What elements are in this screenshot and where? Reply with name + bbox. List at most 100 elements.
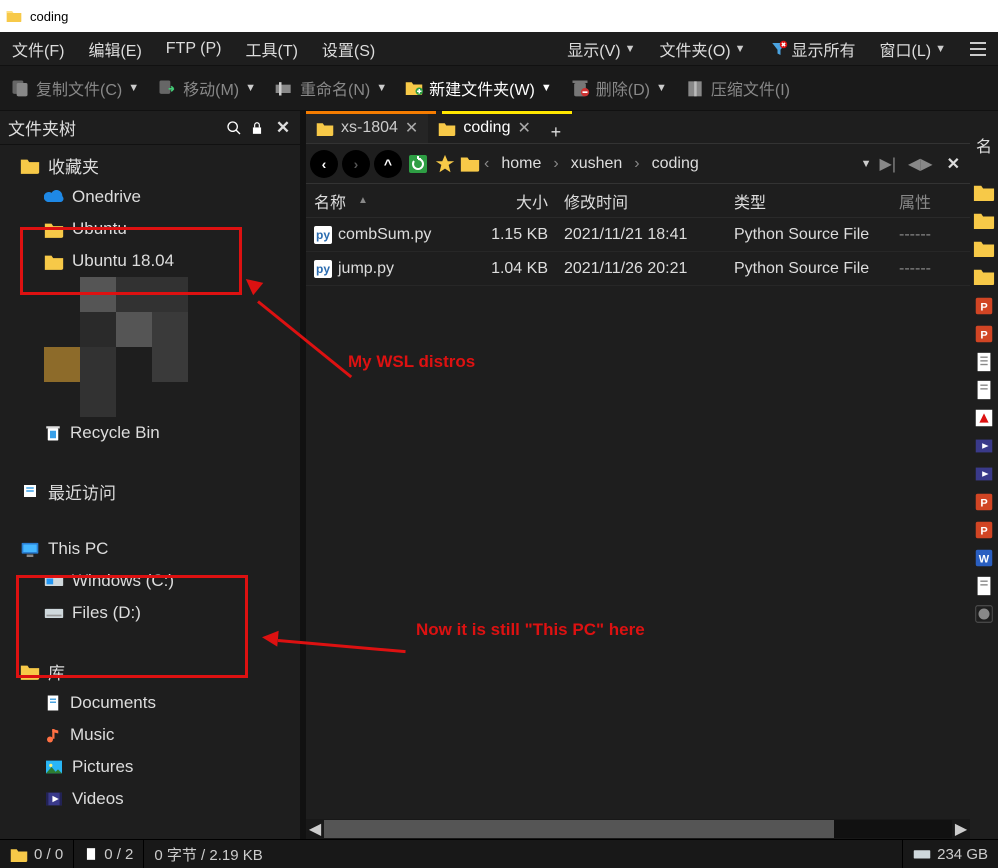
tb-compress[interactable]: 压缩文件(I) [681, 73, 794, 103]
funnel-icon [770, 40, 788, 58]
folder-icon [10, 847, 28, 862]
tb-copy[interactable]: 复制文件(C)▼ [6, 73, 143, 103]
app-icon[interactable] [973, 407, 995, 429]
search-icon[interactable] [226, 120, 244, 136]
ppt-icon[interactable]: P [973, 323, 995, 345]
ppt-icon[interactable]: P [973, 295, 995, 317]
chevron-down-icon: ▼ [735, 43, 746, 55]
expand-left-icon[interactable]: ▶| [876, 154, 900, 174]
ppt-icon[interactable]: P [973, 519, 995, 541]
breadcrumb-user[interactable]: xushen [563, 155, 631, 173]
horizontal-scrollbar[interactable]: ◀ ▶ [306, 819, 970, 839]
scroll-thumb[interactable] [324, 820, 834, 838]
compress-icon [685, 78, 705, 98]
star-icon[interactable] [434, 153, 456, 175]
tb-new-folder[interactable]: 新建文件夹(W)▼ [401, 73, 556, 103]
disk-icon [913, 847, 931, 861]
pictures-icon [44, 759, 64, 775]
text-file-icon[interactable] [973, 575, 995, 597]
menu-folders[interactable]: 文件夹(O)▼ [654, 34, 752, 64]
tree-lib-documents[interactable]: Documents [0, 687, 300, 719]
tab-xs-1804[interactable]: xs-1804 ✕ [306, 113, 428, 143]
tree-lib-music[interactable]: Music [0, 719, 300, 751]
nav-back[interactable]: ‹ [310, 150, 338, 178]
nav-forward[interactable]: › [342, 150, 370, 178]
titlebar: coding [0, 0, 998, 32]
breadcrumb-home[interactable]: home [493, 155, 549, 173]
tree-body: 收藏夹 Onedrive Ubuntu Ubuntu 18.04 [0, 145, 300, 839]
breadcrumb-row: ‹ › ^ ‹ home › xushen › coding ▼ ▶| ◀▶ ✕ [306, 144, 970, 184]
col-attr[interactable]: 属性 [891, 189, 970, 213]
svg-text:W: W [979, 554, 990, 566]
tab-new[interactable]: + [541, 122, 571, 143]
scroll-track[interactable] [324, 820, 952, 838]
close-icon[interactable]: ✕ [517, 118, 530, 138]
tree-lib-videos[interactable]: Videos [0, 783, 300, 815]
chevron-down-icon: ▼ [541, 82, 552, 94]
col-size[interactable]: 大小 [476, 189, 556, 213]
rename-icon [274, 78, 294, 98]
close-icon[interactable]: ✕ [941, 154, 966, 174]
tb-delete[interactable]: 删除(D)▼ [566, 73, 671, 103]
content: 文件夹树 ✕ 收藏夹 Onedrive Ubuntu Ubuntu 18.04 [0, 111, 998, 839]
col-name-right[interactable]: 名 [970, 133, 992, 157]
redacted-area [44, 277, 224, 417]
menu-overflow-icon[interactable] [964, 39, 992, 59]
tab-coding[interactable]: coding ✕ [428, 113, 541, 143]
chevron-down-icon[interactable]: ▼ [861, 158, 872, 170]
file-row[interactable]: pyjump.py 1.04 KB 2021/11/26 20:21 Pytho… [306, 252, 970, 286]
menu-tools[interactable]: 工具(T) [239, 34, 303, 64]
tb-move[interactable]: 移动(M)▼ [153, 73, 260, 103]
tree-favorites[interactable]: 收藏夹 [0, 149, 300, 181]
col-type[interactable]: 类型 [726, 189, 891, 213]
menu-file[interactable]: 文件(F) [6, 34, 70, 64]
tree-onedrive[interactable]: Onedrive [0, 181, 300, 213]
col-name[interactable]: 名称 ▲ [306, 189, 476, 213]
tree-lib-pictures[interactable]: Pictures [0, 751, 300, 783]
folder-icon [20, 663, 40, 680]
tree-libraries[interactable]: 库 [0, 655, 300, 687]
text-file-icon[interactable] [973, 351, 995, 373]
close-icon[interactable]: ✕ [405, 118, 418, 138]
tree-recent[interactable]: 最近访问 [0, 475, 300, 507]
file-row[interactable]: pycombSum.py 1.15 KB 2021/11/21 18:41 Py… [306, 218, 970, 252]
chevron-down-icon: ▼ [625, 43, 636, 55]
tree-drive-d[interactable]: Files (D:) [0, 597, 300, 629]
svg-text:P: P [980, 330, 987, 342]
lock-icon[interactable] [250, 120, 268, 136]
folder-icon [44, 253, 64, 270]
folder-icon[interactable] [973, 183, 995, 205]
menu-ftp[interactable]: FTP (P) [160, 37, 228, 61]
folder-icon[interactable] [973, 239, 995, 261]
scroll-right-icon[interactable]: ▶ [952, 820, 970, 838]
scroll-left-icon[interactable]: ◀ [306, 820, 324, 838]
video-icon[interactable] [973, 435, 995, 457]
menu-showall[interactable]: 显示所有 [764, 34, 862, 64]
menu-edit[interactable]: 编辑(E) [82, 34, 147, 64]
nav-up[interactable]: ^ [374, 150, 402, 178]
menu-window[interactable]: 窗口(L)▼ [874, 34, 952, 64]
menu-view[interactable]: 显示(V)▼ [561, 34, 641, 64]
close-icon[interactable]: ✕ [274, 118, 292, 138]
refresh-icon[interactable] [406, 152, 430, 176]
word-icon[interactable]: W [973, 547, 995, 569]
tb-rename[interactable]: 重命名(N)▼ [270, 73, 391, 103]
tab-accent [306, 111, 436, 114]
breadcrumb-folder[interactable]: coding [644, 155, 707, 173]
tree-ubuntu-1804[interactable]: Ubuntu 18.04 [0, 245, 300, 277]
tree-ubuntu[interactable]: Ubuntu [0, 213, 300, 245]
folder-icon[interactable] [973, 211, 995, 233]
column-header: 名称 ▲ 大小 修改时间 类型 属性 [306, 184, 970, 218]
tree-recycle-bin[interactable]: Recycle Bin [0, 417, 300, 449]
ppt-icon[interactable]: P [973, 491, 995, 513]
video-icon[interactable] [973, 463, 995, 485]
menu-settings[interactable]: 设置(S) [316, 34, 381, 64]
folder-tree-panel: 文件夹树 ✕ 收藏夹 Onedrive Ubuntu Ubuntu 18.04 [0, 111, 300, 839]
expand-both-icon[interactable]: ◀▶ [904, 154, 937, 174]
app-icon[interactable] [973, 603, 995, 625]
col-mtime[interactable]: 修改时间 [556, 189, 726, 213]
text-file-icon[interactable] [973, 379, 995, 401]
folder-icon[interactable] [973, 267, 995, 289]
tree-drive-c[interactable]: Windows (C:) [0, 565, 300, 597]
tree-this-pc[interactable]: This PC [0, 533, 300, 565]
